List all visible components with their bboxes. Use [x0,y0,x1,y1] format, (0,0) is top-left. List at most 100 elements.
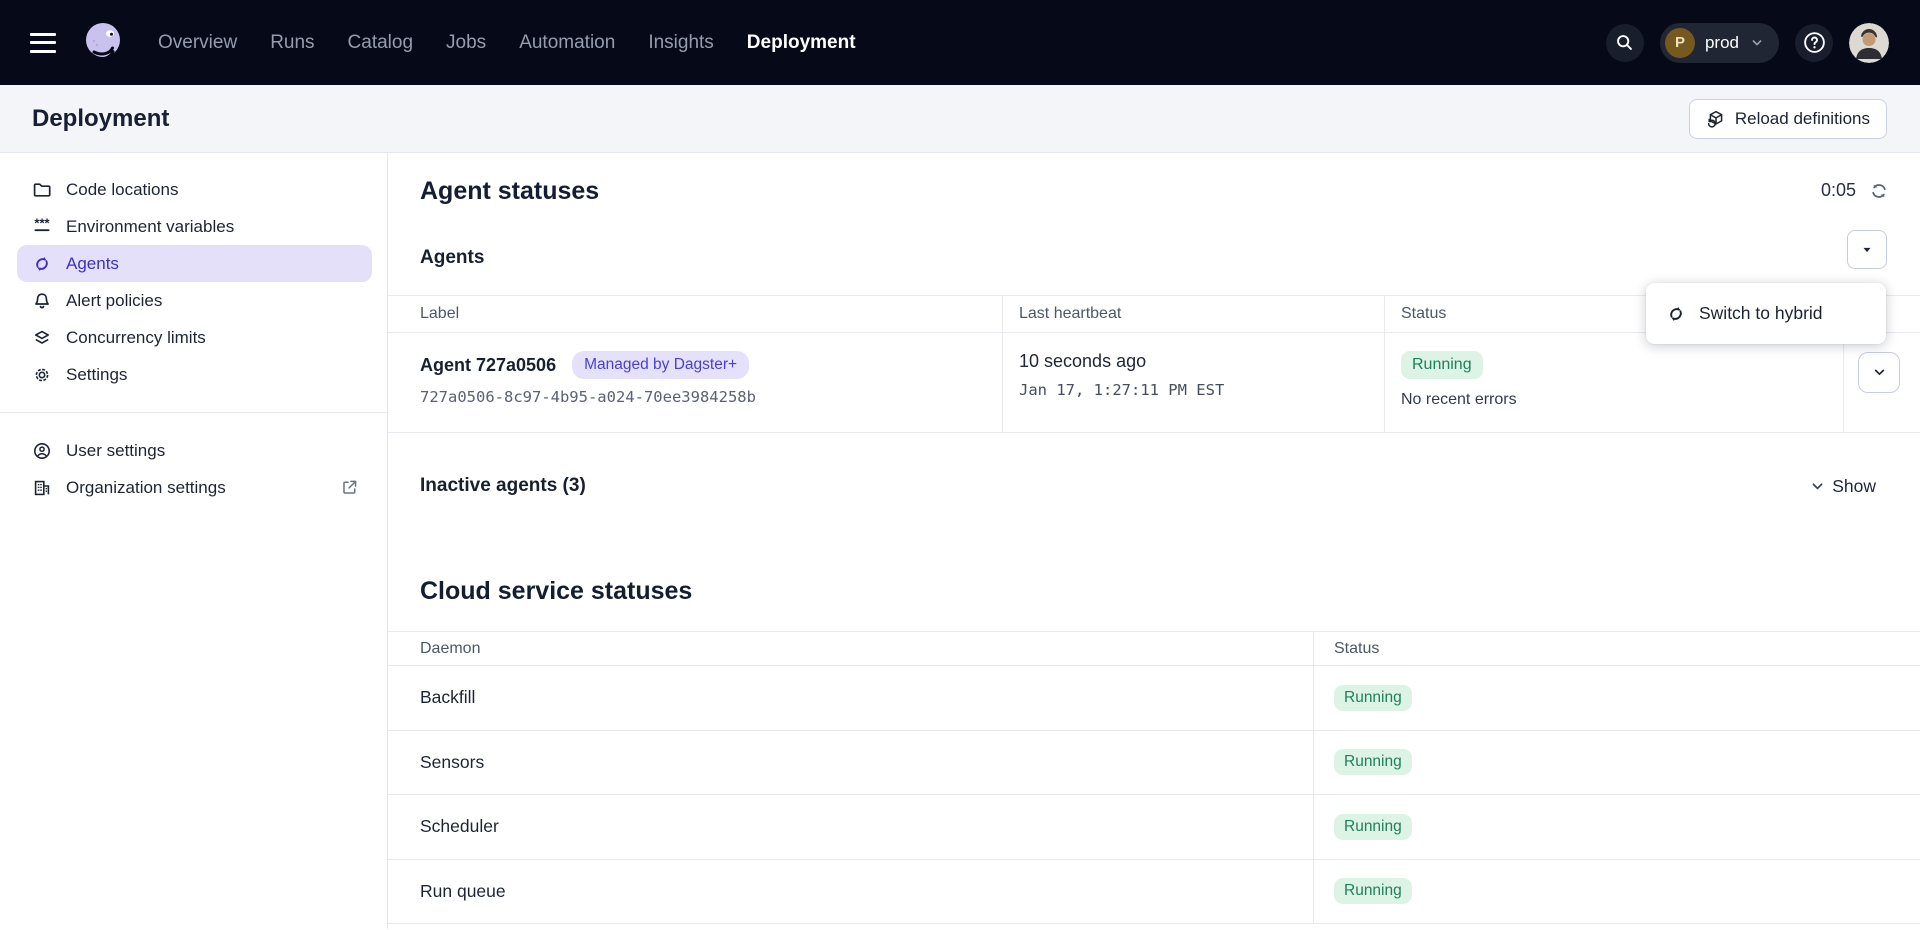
inactive-agents-row: Inactive agents (3) Show [388,475,1920,497]
chevron-down-icon [1810,479,1825,494]
search-button[interactable] [1606,24,1644,62]
agent-actions-cell [1844,333,1920,432]
folder-icon [32,180,52,200]
show-label: Show [1832,476,1876,497]
nav-item-runs[interactable]: Runs [270,32,314,54]
sidebar-item-alert-policies[interactable]: Alert policies [0,282,387,319]
heartbeat-relative: 10 seconds ago [1019,351,1368,372]
sidebar-item-label: Agents [66,254,119,274]
cloud-table-header: Daemon Status [388,631,1920,666]
org-switcher[interactable]: P prod [1660,23,1779,63]
search-icon [1615,33,1634,52]
deployment-sidebar: Code locations *** Environment variables… [0,153,388,929]
status-badge: Running [1334,878,1412,904]
column-header-daemon: Daemon [388,632,1314,665]
agent-swap-icon [32,254,52,274]
daemon-name: Backfill [388,666,1314,730]
heartbeat-timestamp: Jan 17, 1:27:11 PM EST [1019,381,1368,399]
agent-statuses-title: Agent statuses [420,176,599,206]
gear-icon [32,365,52,385]
svg-text:***: *** [34,217,50,231]
daemon-row-sensors: Sensors Running [388,731,1920,796]
chevron-down-icon [1749,35,1765,51]
sidebar-item-concurrency-limits[interactable]: Concurrency limits [0,319,387,356]
agent-row: Agent 727a0506 Managed by Dagster+ 727a0… [388,333,1920,433]
help-button[interactable] [1795,24,1833,62]
column-header-status: Status [1314,632,1920,665]
daemon-row-scheduler: Scheduler Running [388,795,1920,860]
user-avatar[interactable] [1849,23,1889,63]
org-avatar: P [1665,28,1695,58]
top-nav: Overview Runs Catalog Jobs Automation In… [0,0,1920,85]
sidebar-item-organization-settings[interactable]: Organization settings [0,469,387,506]
sidebar-item-label: Organization settings [66,478,226,498]
sidebar-item-code-locations[interactable]: Code locations [0,171,387,208]
sidebar-item-user-settings[interactable]: User settings [0,432,387,469]
status-badge: Running [1401,351,1483,379]
nav-item-deployment[interactable]: Deployment [747,32,856,54]
sidebar-item-environment-variables[interactable]: *** Environment variables [0,208,387,245]
nav-right-cluster: P prod [1606,23,1889,63]
inactive-agents-show-toggle[interactable]: Show [1810,476,1876,497]
nav-item-insights[interactable]: Insights [648,32,713,54]
reload-cube-icon [1706,109,1726,129]
inactive-agents-label: Inactive agents (3) [420,475,586,497]
primary-nav: Overview Runs Catalog Jobs Automation In… [158,32,856,54]
chevron-down-icon [1860,243,1874,257]
daemon-name: Sensors [388,731,1314,795]
user-circle-icon [32,441,52,461]
column-header-label: Label [388,296,1003,332]
status-badge: Running [1334,814,1412,840]
sidebar-item-agents[interactable]: Agents [17,245,372,282]
main-panel: Agent statuses 0:05 Agents Label Last he… [388,153,1920,929]
agent-label-cell: Agent 727a0506 Managed by Dagster+ 727a0… [388,333,1003,432]
status-badge: Running [1334,685,1412,711]
question-icon [1802,30,1827,55]
sidebar-item-label: Settings [66,365,127,385]
column-header-last-heartbeat: Last heartbeat [1003,296,1385,332]
refresh-timer-wrap: 0:05 [1821,180,1889,201]
layers-icon [32,328,52,348]
sidebar-item-label: Concurrency limits [66,328,206,348]
reload-definitions-label: Reload definitions [1735,109,1870,129]
env-variables-icon: *** [32,217,52,237]
nav-item-automation[interactable]: Automation [519,32,615,54]
daemon-row-backfill: Backfill Running [388,666,1920,731]
dagster-logo-icon[interactable] [78,19,126,67]
menu-icon[interactable] [30,33,56,53]
page-title: Deployment [32,105,169,133]
managed-badge: Managed by Dagster+ [572,351,749,379]
status-note: No recent errors [1401,391,1827,409]
daemon-name: Scheduler [388,795,1314,859]
status-badge: Running [1334,749,1412,775]
agents-section-title: Agents [420,247,484,269]
bell-icon [32,291,52,311]
sidebar-item-label: Environment variables [66,217,234,237]
sidebar-divider [0,412,387,413]
agent-menu-popup: Switch to hybrid [1646,283,1886,344]
nav-item-catalog[interactable]: Catalog [348,32,414,54]
cloud-services-table: Daemon Status Backfill Running Sensors R… [388,631,1920,924]
reload-definitions-button[interactable]: Reload definitions [1689,99,1887,139]
chevron-down-icon [1871,364,1888,381]
sidebar-item-label: Alert policies [66,291,162,311]
sidebar-item-label: User settings [66,441,165,461]
daemon-name: Run queue [388,860,1314,924]
nav-item-jobs[interactable]: Jobs [446,32,486,54]
cloud-service-statuses-title: Cloud service statuses [420,576,692,606]
agents-section-menu-button[interactable] [1847,230,1887,269]
agent-heartbeat-cell: 10 seconds ago Jan 17, 1:27:11 PM EST [1003,333,1385,432]
refresh-icon[interactable] [1869,181,1889,201]
agent-swap-icon [1666,304,1686,324]
sidebar-item-label: Code locations [66,180,178,200]
sidebar-item-settings[interactable]: Settings [0,356,387,393]
nav-item-overview[interactable]: Overview [158,32,237,54]
agent-uuid: 727a0506-8c97-4b95-a024-70ee3984258b [420,388,986,406]
agent-row-menu-button[interactable] [1858,352,1900,393]
building-icon [32,478,52,498]
daemon-row-run-queue: Run queue Running [388,860,1920,925]
agent-name[interactable]: Agent 727a0506 [420,355,556,376]
menu-item-switch-to-hybrid[interactable]: Switch to hybrid [1699,303,1823,324]
external-link-icon [340,478,359,497]
page-header: Deployment Reload definitions [0,85,1920,153]
